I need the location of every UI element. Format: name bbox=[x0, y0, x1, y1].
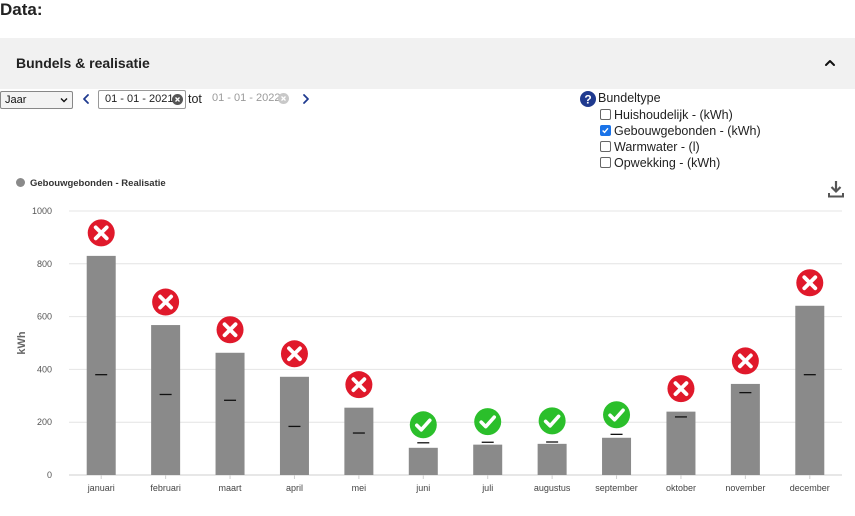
y-tick-label: 600 bbox=[37, 312, 52, 322]
checkbox-box[interactable] bbox=[600, 141, 611, 152]
clear-icon[interactable] bbox=[172, 94, 183, 105]
bar bbox=[795, 305, 825, 475]
bar bbox=[666, 411, 696, 475]
y-tick-label: 200 bbox=[37, 417, 52, 427]
x-tick-label: februari bbox=[150, 483, 181, 493]
fail-icon bbox=[731, 347, 759, 375]
fail-icon bbox=[345, 371, 373, 399]
download-icon[interactable] bbox=[827, 180, 845, 198]
svg-text:?: ? bbox=[584, 93, 591, 107]
checkbox-gebouwgebonden[interactable]: Gebouwgebonden - (kWh) bbox=[600, 124, 761, 140]
bar bbox=[473, 444, 503, 475]
ok-icon bbox=[474, 408, 502, 436]
x-tick-label: juli bbox=[481, 483, 493, 493]
bar bbox=[537, 443, 567, 475]
x-tick-label: oktober bbox=[666, 483, 696, 493]
bar bbox=[215, 352, 245, 475]
x-tick-label: november bbox=[725, 483, 765, 493]
y-axis-label: kWh bbox=[16, 331, 28, 355]
chevron-right-icon[interactable] bbox=[300, 93, 312, 105]
y-tick-label: 800 bbox=[37, 259, 52, 269]
legend-dot bbox=[16, 178, 25, 187]
checkbox-label: Warmwater - (l) bbox=[614, 140, 700, 154]
fail-icon bbox=[152, 288, 180, 316]
fail-icon bbox=[87, 219, 115, 247]
bundeltype-title: Bundeltype bbox=[598, 91, 661, 105]
y-tick-label: 1000 bbox=[32, 206, 52, 216]
ok-icon bbox=[538, 407, 566, 435]
checkbox-opwekking[interactable]: Opwekking - (kWh) bbox=[600, 156, 720, 172]
bar bbox=[86, 255, 116, 475]
y-tick-label: 0 bbox=[47, 470, 52, 480]
period-select-value: Jaar bbox=[5, 94, 27, 106]
date-to-input[interactable]: 01 - 01 - 2022 bbox=[210, 90, 294, 109]
help-icon[interactable]: ? bbox=[580, 91, 596, 107]
x-tick-label: januari bbox=[87, 483, 115, 493]
tot-label: tot bbox=[188, 92, 202, 106]
panel-header[interactable]: Bundels & realisatie bbox=[0, 38, 855, 89]
checkbox-box[interactable] bbox=[600, 157, 611, 168]
x-tick-label: juni bbox=[415, 483, 430, 493]
fail-icon bbox=[796, 269, 824, 297]
bar bbox=[602, 437, 632, 475]
x-tick-label: maart bbox=[219, 483, 243, 493]
bar bbox=[730, 383, 760, 475]
checkbox-box[interactable] bbox=[600, 125, 611, 136]
checkbox-label: Opwekking - (kWh) bbox=[614, 156, 721, 170]
fail-icon bbox=[216, 316, 244, 344]
date-to-value: 01 - 01 - 2022 bbox=[212, 92, 281, 104]
period-select[interactable]: Jaar bbox=[0, 91, 73, 109]
x-tick-label: september bbox=[595, 483, 638, 493]
ok-icon bbox=[603, 401, 631, 429]
fail-icon bbox=[280, 340, 308, 368]
chevron-down-icon bbox=[60, 98, 68, 103]
date-from-value: 01 - 01 - 2021 bbox=[105, 93, 174, 105]
ok-icon bbox=[409, 411, 437, 439]
clear-icon[interactable] bbox=[278, 93, 289, 104]
x-tick-label: mei bbox=[352, 483, 367, 493]
panel-title: Bundels & realisatie bbox=[16, 55, 150, 71]
chart-legend[interactable]: Gebouwgebonden - Realisatie bbox=[16, 178, 166, 189]
bar bbox=[344, 407, 374, 475]
legend-label: Gebouwgebonden - Realisatie bbox=[30, 178, 166, 189]
checkmark-icon bbox=[602, 127, 609, 134]
x-tick-label: augustus bbox=[534, 483, 571, 493]
checkbox-huishoudelijk[interactable]: Huishoudelijk - (kWh) bbox=[600, 108, 733, 124]
period-toolbar: Jaar 01 - 01 - 2021 tot 01 - 01 - 2022 bbox=[0, 89, 560, 111]
checkbox-box[interactable] bbox=[600, 109, 611, 120]
x-tick-label: december bbox=[790, 483, 830, 493]
bar-chart: 0 200 400 600 800 1000 kWh januari februari maart… bbox=[16, 206, 842, 493]
chevron-up-icon[interactable] bbox=[823, 56, 837, 70]
fail-icon bbox=[667, 375, 695, 403]
bar bbox=[408, 447, 438, 475]
checkbox-label: Gebouwgebonden - (kWh) bbox=[614, 124, 761, 138]
x-tick-label: april bbox=[286, 483, 303, 493]
bar bbox=[151, 325, 181, 475]
checkbox-warmwater[interactable]: Warmwater - (l) bbox=[600, 140, 700, 156]
chevron-left-icon[interactable] bbox=[80, 93, 92, 105]
y-tick-label: 400 bbox=[37, 364, 52, 374]
date-from-input[interactable]: 01 - 01 - 2021 bbox=[98, 90, 186, 109]
page-heading: Data: bbox=[0, 0, 43, 19]
checkbox-label: Huishoudelijk - (kWh) bbox=[614, 108, 733, 122]
